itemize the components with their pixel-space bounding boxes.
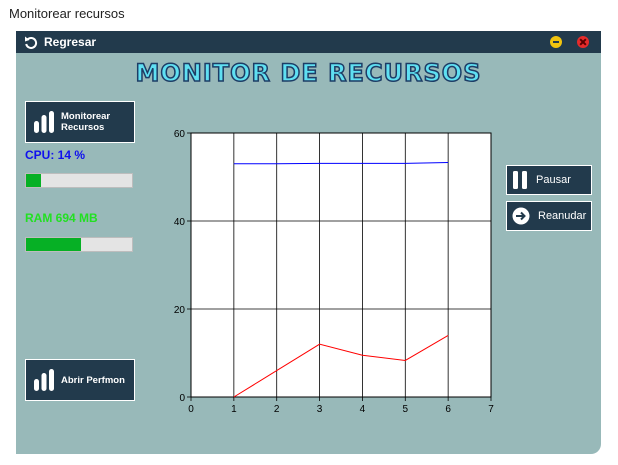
back-label: Regresar [44,35,97,49]
x-tick-label: 2 [274,404,280,415]
minimize-icon[interactable] [550,36,562,48]
x-tick-label: 6 [445,404,451,415]
page-title: Monitorear recursos [9,6,125,21]
ram-progress-fill [26,238,82,251]
x-tick-label: 5 [403,404,409,415]
resume-icon [512,207,530,225]
x-tick-label: 4 [360,404,366,415]
back-button[interactable]: Regresar [24,33,96,51]
monitor-button-label: Monitorear Recursos [61,111,111,133]
cpu-progress-bar [25,173,133,188]
cpu-usage-label: CPU: 14 % [25,148,86,162]
app-title: MONITOR DE RECURSOS [135,58,482,88]
ram-usage-label: RAM 694 MB [25,211,98,225]
y-tick-label: 40 [174,217,186,228]
y-tick-label: 20 [174,305,186,316]
pause-button[interactable]: Pausar [506,165,592,195]
resume-label: Reanudar [538,210,587,222]
monitor-resources-button[interactable]: Monitorear Recursos [25,101,135,143]
x-tick-label: 3 [317,404,323,415]
open-perfmon-button[interactable]: Abrir Perfmon [25,359,135,401]
ram-progress-bar [25,237,133,252]
pause-icon [513,171,527,189]
x-tick-label: 1 [231,404,237,415]
y-tick-label: 0 [179,393,185,404]
x-tick-label: 0 [188,404,194,415]
back-arrow-icon [25,36,38,49]
perfmon-button-label: Abrir Perfmon [61,374,125,386]
bar-chart-icon [34,369,54,391]
plot-area [190,132,492,398]
pause-label: Pausar [536,174,571,186]
x-tick-label: 7 [488,404,494,415]
resource-line-chart: 012345670204060CPURAM [174,129,494,415]
cpu-progress-fill [26,174,41,187]
title-bar: Regresar [16,31,601,53]
app-window: Regresar MONITOR DE RECURSOS Monitorear … [16,31,601,454]
resume-button[interactable]: Reanudar [506,201,592,231]
bar-chart-icon [34,111,54,133]
close-icon[interactable] [577,36,589,48]
y-tick-label: 60 [174,129,186,140]
